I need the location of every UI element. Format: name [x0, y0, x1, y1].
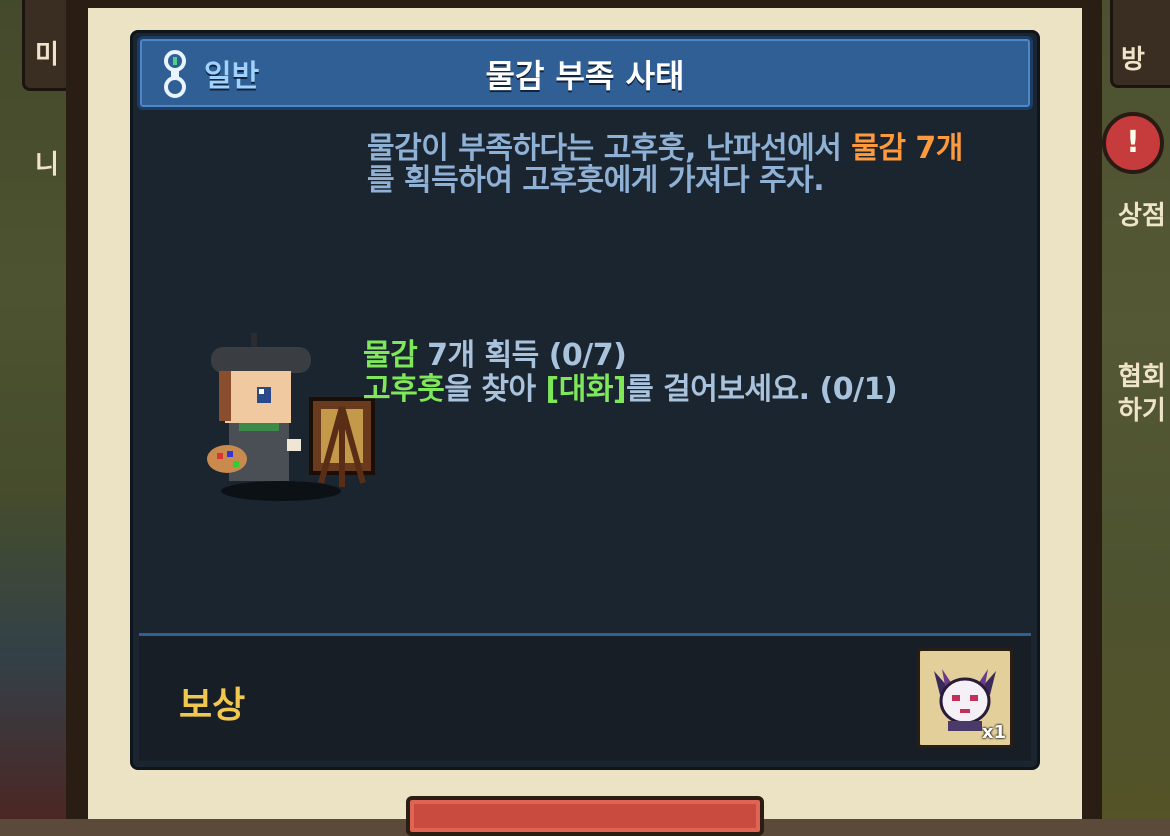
reward-label: 보상 [179, 685, 246, 726]
shop-hud-label[interactable]: 상점 [1110, 196, 1170, 236]
quest-header: 일반 물감 부족 사태 [137, 36, 1033, 110]
minigame-hud-button[interactable]: 미니 [22, 0, 72, 180]
room-hud-button[interactable]: 방 [1110, 0, 1170, 88]
alert-icon[interactable]: ! [1102, 112, 1164, 174]
quest-description: 물감이 부족하다는 고후훗, 난파선에서 물감 7개를 획득하여 고후훗에게 가… [367, 133, 1027, 197]
reward-count: x1 [981, 722, 1006, 743]
quest-objectives: 물감 7개 획득 (0/7) 고후훗을 찾아 [대화]를 걸어보세요. (0/1… [363, 338, 898, 407]
description-highlight: 물감 7개 [851, 131, 963, 166]
quest-title: 물감 부족 사태 [485, 57, 685, 95]
reward-section: 보상 x1 [139, 636, 1031, 761]
objective-item: 고후훗을 찾아 [대화]를 걸어보세요. (0/1) [363, 372, 898, 407]
description-text-2: 를 획득하여 고후훗에게 가져다 주자. [367, 163, 825, 198]
quest-action-button[interactable] [406, 796, 764, 836]
quest-panel: 일반 물감 부족 사태 물감이 부족하다는 고후훗, 난파선에서 물감 7개를 … [130, 30, 1040, 770]
association-hud-label[interactable]: 협회 하기 [1110, 360, 1170, 428]
npc-painter-portrait [207, 333, 375, 501]
reward-item-slot[interactable]: x1 [917, 648, 1013, 748]
description-text: 물감이 부족하다는 고후훗, 난파선에서 [367, 131, 852, 166]
objective-item: 물감 7개 획득 (0/7) [363, 338, 627, 373]
